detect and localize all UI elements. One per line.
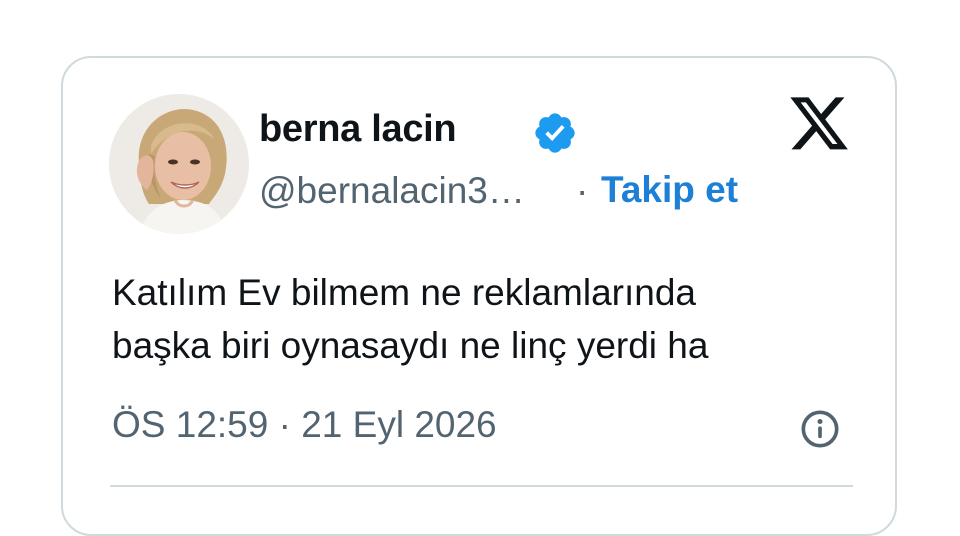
author-display-name[interactable]: berna lacin (259, 108, 457, 151)
avatar-photo (109, 94, 249, 234)
follow-button[interactable]: Takip et (601, 169, 738, 211)
tweet-timestamp[interactable]: ÖS 12:59 · 21 Eyl 2026 (112, 404, 497, 446)
verified-badge-icon (535, 113, 575, 153)
avatar[interactable] (109, 94, 249, 234)
tweet-text-line: Katılım Ev bilmem ne reklamlarında (112, 272, 696, 313)
separator-dot: · (576, 170, 589, 211)
tweet-text: Katılım Ev bilmem ne reklamlarında başka… (112, 266, 708, 372)
author-handle[interactable]: @bernalacin3… (259, 170, 525, 212)
info-icon[interactable] (800, 409, 840, 449)
x-logo-icon[interactable] (787, 96, 851, 156)
tweet-embed-card[interactable]: berna lacin @bernalacin3… · Takip et Kat… (61, 56, 897, 536)
divider (110, 485, 853, 487)
tweet-text-line: başka biri oynasaydı ne linç yerdi ha (112, 325, 709, 366)
